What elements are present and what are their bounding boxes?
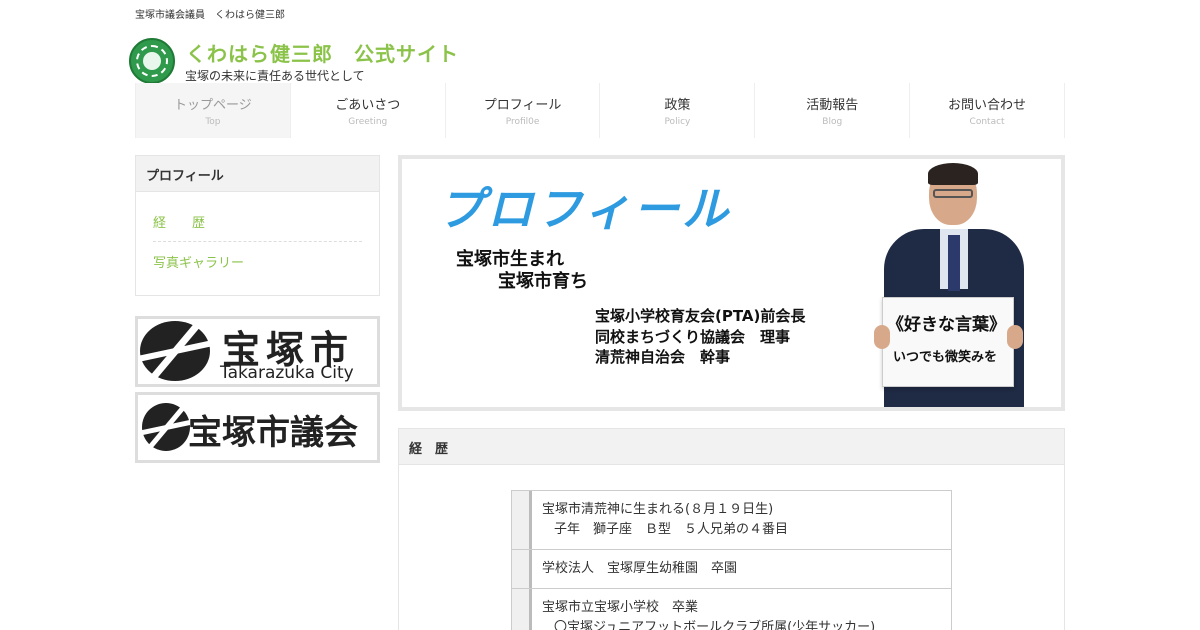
city-council-banner[interactable]: 宝塚市議会 bbox=[135, 392, 380, 463]
council-banner-title: 宝塚市議会 bbox=[188, 413, 358, 453]
motto-sign-title: 《好きな言葉》 bbox=[887, 315, 1006, 335]
hero-born-line-2: 宝塚市育ち bbox=[498, 271, 588, 292]
table-row: 学校法人 宝塚厚生幼稚園 卒園 bbox=[512, 550, 951, 589]
nav-label: 活動報告 bbox=[806, 98, 859, 113]
motto-sign-text: いつでも微笑みを bbox=[893, 350, 998, 365]
hero-role-1: 宝塚小学校育友会(PTA)前会長 bbox=[595, 307, 806, 325]
takarazuka-city-banner[interactable]: 宝塚市 Takarazuka City bbox=[135, 316, 380, 387]
site-title[interactable]: くわはら健三郎 公式サイト bbox=[186, 38, 459, 67]
nav-sublabel: Policy bbox=[664, 117, 691, 127]
header-tagline: 宝塚市議会議員 くわはら健三郎 bbox=[135, 10, 285, 21]
nav-label: お問い合わせ bbox=[948, 98, 1027, 113]
career-item: 宝塚市立宝塚小学校 卒業 bbox=[542, 600, 699, 615]
nav-item-profile[interactable]: プロフィール Profil0e bbox=[444, 83, 600, 138]
city-banner-subtitle: Takarazuka City bbox=[220, 363, 354, 383]
nav-sublabel: Contact bbox=[969, 117, 1005, 127]
sidebar-link-gallery[interactable]: 写真ギャラリー bbox=[153, 242, 362, 281]
sidebar-heading: プロフィール bbox=[136, 156, 379, 192]
hero-title: プロフィール bbox=[438, 182, 732, 236]
site-subtitle: 宝塚の未来に責任ある世代として bbox=[185, 69, 365, 83]
global-nav: トップページ Top ごあいさつ Greeting プロフィール Profil0… bbox=[135, 83, 1065, 138]
nav-label: 政策 bbox=[664, 98, 691, 113]
nav-sublabel: Blog bbox=[822, 117, 843, 127]
council-emblem-icon bbox=[142, 403, 190, 451]
nav-sublabel: Top bbox=[205, 117, 221, 127]
hero-role-2: 同校まちづくり協議会 理事 bbox=[595, 328, 791, 346]
nav-item-greeting[interactable]: ごあいさつ Greeting bbox=[289, 83, 445, 138]
motto-sign: 《好きな言葉》 いつでも微笑みを bbox=[882, 297, 1014, 387]
hero-role-3: 清荒神自治会 幹事 bbox=[595, 348, 731, 366]
career-heading: 経 歴 bbox=[399, 429, 1064, 465]
nav-item-contact[interactable]: お問い合わせ Contact bbox=[909, 83, 1065, 138]
career-table: 宝塚市清荒神に生まれる(８月１９日生) 子年 獅子座 Ｂ型 ５人兄弟の４番目 学… bbox=[511, 490, 952, 630]
nav-label: トップページ bbox=[174, 98, 252, 113]
nav-sublabel: Greeting bbox=[348, 117, 388, 127]
table-row: 宝塚市清荒神に生まれる(８月１９日生) 子年 獅子座 Ｂ型 ５人兄弟の４番目 bbox=[512, 491, 951, 550]
sidebar-link-career[interactable]: 経 歴 bbox=[153, 202, 362, 242]
nav-label: ごあいさつ bbox=[335, 98, 401, 113]
nav-item-policy[interactable]: 政策 Policy bbox=[599, 83, 754, 138]
profile-hero-image: プロフィール 宝塚市生まれ 宝塚市育ち 宝塚小学校育友会(PTA)前会長 同校ま… bbox=[398, 155, 1065, 411]
nav-item-blog[interactable]: 活動報告 Blog bbox=[754, 83, 909, 138]
career-item: 学校法人 宝塚厚生幼稚園 卒園 bbox=[542, 561, 738, 576]
site-logo-icon[interactable] bbox=[129, 38, 175, 84]
sidebar-links: 経 歴 写真ギャラリー bbox=[136, 192, 379, 281]
career-item-detail: 子年 獅子座 Ｂ型 ５人兄弟の４番目 bbox=[554, 522, 789, 537]
city-emblem-icon bbox=[140, 321, 210, 381]
sidebar-profile-menu: プロフィール 経 歴 写真ギャラリー bbox=[135, 155, 380, 296]
table-row: 宝塚市立宝塚小学校 卒業 〇宝塚ジュニアフットボールクラブ所属(少年サッカー) bbox=[512, 589, 951, 630]
career-item: 宝塚市清荒神に生まれる(８月１９日生) bbox=[542, 502, 774, 517]
nav-label: プロフィール bbox=[483, 98, 562, 113]
career-item-detail: 〇宝塚ジュニアフットボールクラブ所属(少年サッカー) bbox=[554, 620, 876, 630]
nav-sublabel: Profil0e bbox=[505, 117, 540, 127]
nav-item-top[interactable]: トップページ Top bbox=[135, 83, 290, 138]
